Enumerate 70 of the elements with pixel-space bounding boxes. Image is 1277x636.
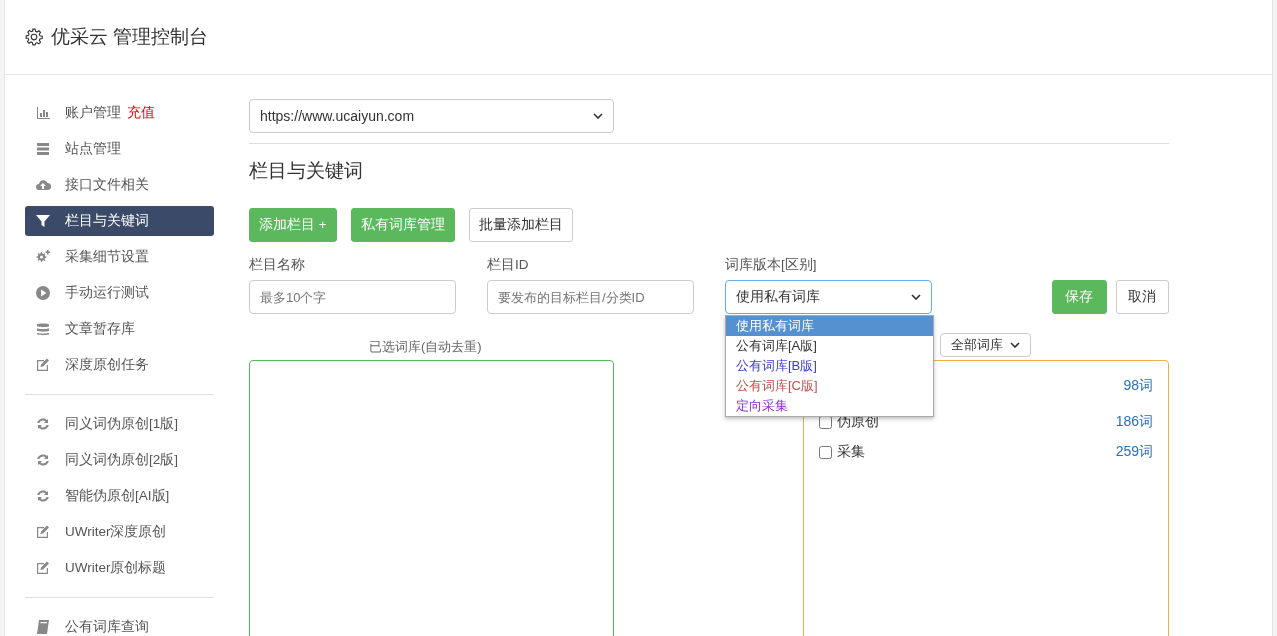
chevron-down-icon: [911, 294, 921, 300]
sidebar-label: 文章暂存库: [65, 320, 135, 338]
sidebar-label: 同义词伪原创[1版]: [65, 415, 178, 433]
chevron-down-icon: [593, 113, 603, 119]
gears-icon: [35, 249, 51, 265]
sidebar-item[interactable]: UWriter深度原创: [25, 517, 214, 547]
refresh-icon: [35, 452, 51, 468]
library-checkbox[interactable]: [819, 415, 832, 429]
word-count: 186词: [1115, 413, 1153, 431]
bar-chart-icon: [35, 105, 51, 121]
book-icon: [35, 619, 51, 635]
selected-libraries-label: 已选词库(自动去重): [369, 338, 483, 356]
edit-icon: [35, 560, 51, 576]
column-name-field[interactable]: 最多10个字: [249, 280, 456, 314]
library-name: 采集: [837, 443, 865, 461]
recharge-link[interactable]: 充值: [127, 104, 155, 122]
library-checkbox[interactable]: [819, 445, 832, 459]
sidebar-item[interactable]: 栏目与关键词: [25, 206, 214, 236]
sidebar-label: 采集细节设置: [65, 248, 149, 266]
sidebar-label: 账户管理: [65, 104, 121, 122]
sidebar-item[interactable]: 手动运行测试: [25, 278, 214, 308]
settings-icon: [25, 28, 43, 46]
refresh-icon: [35, 488, 51, 504]
field-label: 栏目名称: [249, 256, 306, 274]
sidebar-item[interactable]: UWriter原创标题: [25, 553, 214, 583]
edit-icon: [35, 357, 51, 373]
site-select[interactable]: https://www.ucaiyun.com: [249, 99, 614, 133]
refresh-icon: [35, 416, 51, 432]
sidebar-label: 同义词伪原创[2版]: [65, 451, 178, 469]
cancel-button[interactable]: 取消: [1115, 280, 1169, 314]
console-title: 优采云 管理控制台: [51, 25, 209, 49]
word-count: 98词: [1123, 377, 1153, 395]
sidebar-label: 手动运行测试: [65, 284, 149, 302]
edit-icon: [35, 524, 51, 540]
sidebar-item[interactable]: 智能伪原创[AI版]: [25, 481, 214, 511]
database-icon: [35, 321, 51, 337]
sidebar-item[interactable]: 同义词伪原创[2版]: [25, 445, 214, 475]
dropdown-option[interactable]: 公有词库[B版]: [726, 356, 933, 376]
section-title: 栏目与关键词: [249, 159, 364, 183]
sidebar-label: 接口文件相关: [65, 176, 149, 194]
sidebar-label: UWriter原创标题: [65, 559, 167, 577]
sidebar-label: 公有词库查询: [65, 618, 149, 636]
dropdown-option[interactable]: 公有词库[A版]: [726, 336, 933, 356]
word-count: 259词: [1115, 443, 1153, 461]
sidebar-item[interactable]: 采集细节设置: [25, 242, 214, 272]
field-label: 词库版本[区别]: [725, 256, 818, 274]
sidebar-label: 栏目与关键词: [65, 212, 149, 230]
version-select[interactable]: 使用私有词库: [725, 280, 932, 314]
sidebar-item[interactable]: 接口文件相关: [25, 170, 214, 200]
sidebar-item[interactable]: 站点管理: [25, 134, 214, 164]
toolbar-button[interactable]: 批量添加栏目: [468, 208, 573, 242]
sidebar-label: UWriter深度原创: [65, 523, 167, 541]
play-icon: [35, 285, 51, 301]
sidebar-item[interactable]: 文章暂存库: [25, 314, 214, 344]
sidebar-item[interactable]: 同义词伪原创[1版]: [25, 409, 214, 439]
sidebar-item[interactable]: 账户管理 充值: [25, 98, 214, 128]
chevron-down-icon: [1010, 342, 1020, 348]
cloud-upload-icon: [35, 177, 51, 193]
sidebar-label: 深度原创任务: [65, 356, 149, 374]
sidebar-item[interactable]: 公有词库查询: [25, 612, 214, 636]
sidebar-label: 站点管理: [65, 140, 121, 158]
dropdown-option[interactable]: 定向采集: [726, 396, 933, 416]
sidebar-item[interactable]: 深度原创任务: [25, 350, 214, 380]
filter-icon: [35, 213, 51, 229]
server-icon: [35, 141, 51, 157]
sidebar-label: 智能伪原创[AI版]: [65, 487, 170, 505]
library-filter-select[interactable]: 全部词库: [940, 333, 1031, 357]
dropdown-option[interactable]: 公有词库[C版]: [726, 376, 933, 396]
column-id-field[interactable]: 要发布的目标栏目/分类ID: [487, 280, 694, 314]
field-label: 栏目ID: [487, 256, 530, 274]
